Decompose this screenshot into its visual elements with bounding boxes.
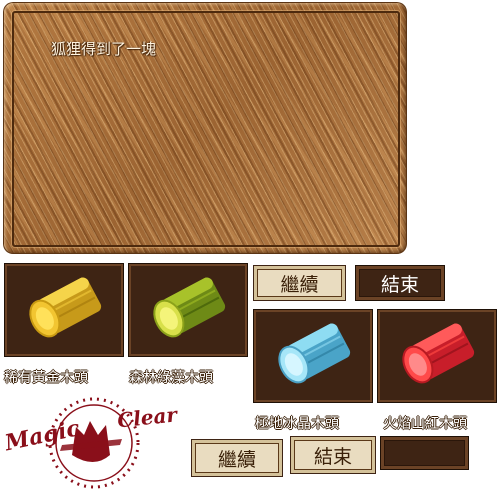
item-tile-ice-wood[interactable] [253, 309, 373, 403]
end-button-pressed[interactable]: 結束 [290, 436, 376, 474]
magic-clear-logo: Magic Clear [2, 397, 180, 489]
item-label-ice-wood: 極地冰晶木頭 [255, 416, 339, 432]
svg-text:Clear: Clear [116, 402, 179, 432]
golden-log-icon [29, 277, 102, 338]
ice-log-icon [278, 323, 351, 384]
item-tile-green-wood[interactable] [128, 263, 248, 357]
svg-text:Magic: Magic [2, 415, 83, 457]
end-button[interactable]: 結束 [355, 265, 445, 301]
item-tile-red-wood[interactable] [377, 309, 497, 403]
dialog-panel: 狐狸得到了一塊 [3, 2, 407, 254]
item-label-red-wood: 火焰山紅木頭 [383, 416, 467, 432]
item-label-green-wood: 森林綠藻木頭 [129, 370, 213, 386]
continue-button-pressed[interactable]: 繼續 [191, 439, 283, 477]
item-tile-golden-wood[interactable] [4, 263, 124, 357]
red-log-icon [402, 323, 475, 384]
green-log-icon [153, 277, 226, 338]
empty-button[interactable] [380, 436, 469, 470]
item-label-golden-wood: 稀有黃金木頭 [4, 370, 88, 386]
continue-button[interactable]: 繼續 [253, 265, 346, 301]
dialog-message: 狐狸得到了一塊 [51, 40, 157, 58]
